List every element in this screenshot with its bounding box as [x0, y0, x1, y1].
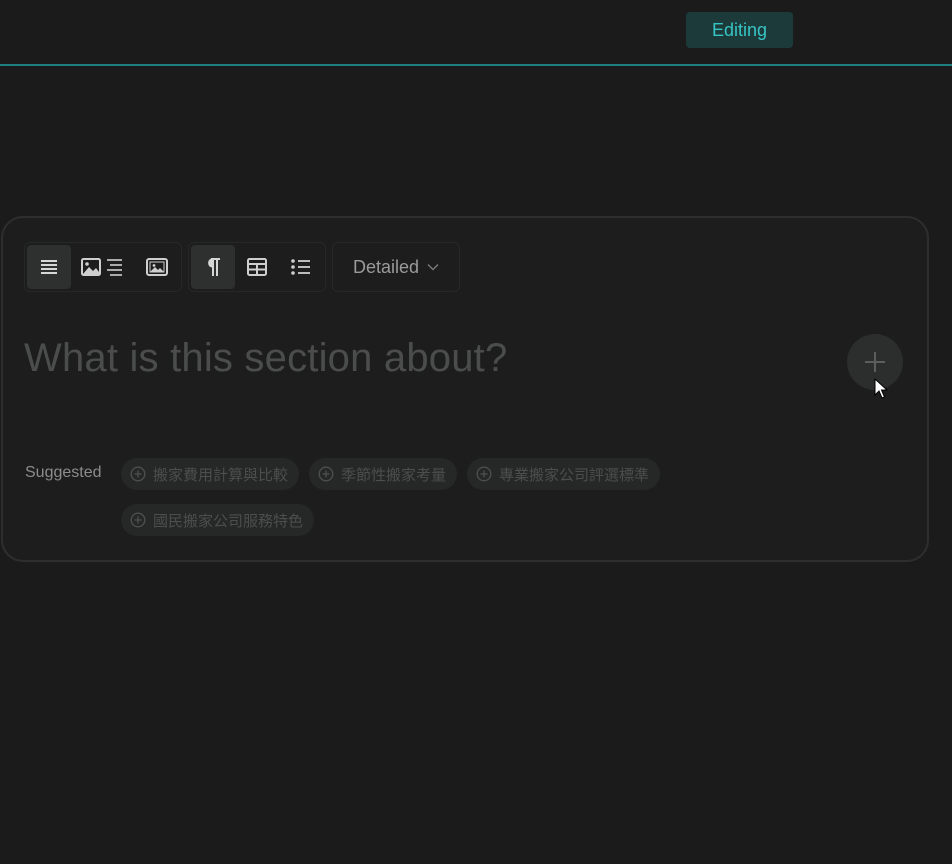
suggestion-chip[interactable]: 搬家費用計算與比較 — [121, 458, 300, 490]
format-paragraph-button[interactable] — [191, 245, 235, 289]
format-list-button[interactable] — [279, 245, 323, 289]
format-button-group — [188, 242, 326, 292]
mouse-pointer-icon — [874, 378, 888, 399]
length-dropdown-group: Detailed — [332, 242, 461, 292]
plus-icon — [865, 352, 885, 372]
editing-mode-badge[interactable]: Editing — [686, 12, 793, 48]
suggestion-chip-label: 季節性搬家考量 — [341, 465, 447, 484]
paragraph-icon — [208, 258, 220, 276]
layout-button-group — [24, 242, 182, 292]
image-left-text-icon — [81, 258, 122, 276]
suggestion-chip[interactable]: 國民搬家公司服務特色 — [121, 504, 315, 536]
suggestion-chips: 搬家費用計算與比較 季節性搬家考量 專業搬家公司評選標準 國民搬家公司服務特色 — [121, 458, 721, 536]
section-topic-input[interactable]: What is this section about? — [24, 336, 507, 381]
layout-image-left-button[interactable] — [71, 245, 135, 289]
format-table-button[interactable] — [235, 245, 279, 289]
length-dropdown-value: Detailed — [353, 256, 420, 277]
suggested-label: Suggested — [25, 464, 102, 481]
table-icon — [247, 258, 267, 276]
chevron-down-icon — [427, 264, 439, 271]
layout-text-only-button[interactable] — [27, 245, 71, 289]
plus-circle-icon — [318, 466, 334, 482]
section-card: Detailed What is this section about? Sug… — [1, 216, 929, 562]
suggestion-chip[interactable]: 季節性搬家考量 — [309, 458, 458, 490]
plus-circle-icon — [130, 512, 146, 528]
plus-circle-icon — [130, 466, 146, 482]
top-bar: Editing — [0, 0, 952, 66]
length-dropdown[interactable]: Detailed — [335, 245, 457, 289]
suggestion-chip-label: 搬家費用計算與比較 — [153, 465, 289, 484]
plus-circle-icon — [476, 466, 492, 482]
align-justify-icon — [41, 260, 57, 274]
section-toolbar: Detailed — [24, 242, 466, 292]
suggestion-chip[interactable]: 專業搬家公司評選標準 — [467, 458, 661, 490]
suggestion-chip-label: 國民搬家公司服務特色 — [153, 511, 304, 530]
bullet-list-icon — [291, 259, 310, 275]
layout-image-full-button[interactable] — [135, 245, 179, 289]
image-full-icon — [146, 258, 168, 276]
suggestion-chip-label: 專業搬家公司評選標準 — [499, 465, 650, 484]
